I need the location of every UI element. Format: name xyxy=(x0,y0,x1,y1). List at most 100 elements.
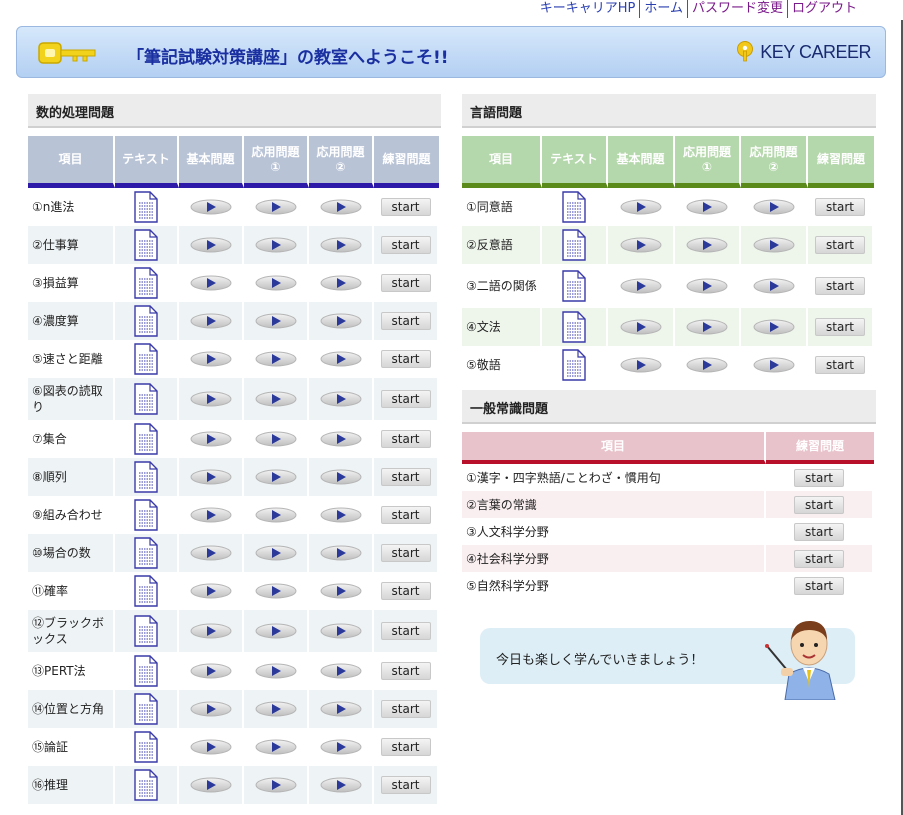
start-button[interactable]: start xyxy=(380,622,431,640)
play-icon[interactable] xyxy=(190,391,232,407)
play-icon[interactable] xyxy=(320,777,362,793)
start-button[interactable]: start xyxy=(380,700,431,718)
document-icon[interactable] xyxy=(134,343,158,375)
document-icon[interactable] xyxy=(562,229,586,261)
play-icon[interactable] xyxy=(320,351,362,367)
play-icon[interactable] xyxy=(190,199,232,215)
play-icon[interactable] xyxy=(753,357,795,373)
play-icon[interactable] xyxy=(190,431,232,447)
document-icon[interactable] xyxy=(562,191,586,223)
nav-link-password-change[interactable]: パスワード変更 xyxy=(686,0,787,18)
play-icon[interactable] xyxy=(255,237,297,253)
play-icon[interactable] xyxy=(620,278,662,294)
document-icon[interactable] xyxy=(562,270,586,302)
play-icon[interactable] xyxy=(190,701,232,717)
play-icon[interactable] xyxy=(255,545,297,561)
document-icon[interactable] xyxy=(134,461,158,493)
play-icon[interactable] xyxy=(686,237,728,253)
play-icon[interactable] xyxy=(190,507,232,523)
play-icon[interactable] xyxy=(255,351,297,367)
start-button[interactable]: start xyxy=(380,236,431,254)
document-icon[interactable] xyxy=(134,305,158,337)
play-icon[interactable] xyxy=(190,739,232,755)
document-icon[interactable] xyxy=(134,383,158,415)
start-button[interactable]: start xyxy=(794,576,844,595)
play-icon[interactable] xyxy=(190,275,232,291)
play-icon[interactable] xyxy=(320,623,362,639)
play-icon[interactable] xyxy=(320,583,362,599)
document-icon[interactable] xyxy=(134,615,158,647)
document-icon[interactable] xyxy=(134,731,158,763)
play-icon[interactable] xyxy=(320,739,362,755)
start-button[interactable]: start xyxy=(380,582,431,600)
play-icon[interactable] xyxy=(620,319,662,335)
play-icon[interactable] xyxy=(320,431,362,447)
nav-link-logout[interactable]: ログアウト xyxy=(786,0,861,18)
play-icon[interactable] xyxy=(620,237,662,253)
play-icon[interactable] xyxy=(753,278,795,294)
document-icon[interactable] xyxy=(134,575,158,607)
document-icon[interactable] xyxy=(134,693,158,725)
play-icon[interactable] xyxy=(686,278,728,294)
play-icon[interactable] xyxy=(190,663,232,679)
play-icon[interactable] xyxy=(753,237,795,253)
start-button[interactable]: start xyxy=(815,277,865,295)
document-icon[interactable] xyxy=(134,267,158,299)
play-icon[interactable] xyxy=(320,237,362,253)
play-icon[interactable] xyxy=(190,623,232,639)
document-icon[interactable] xyxy=(134,537,158,569)
nav-link-keycareer-hp[interactable]: キーキャリアHP xyxy=(536,0,640,18)
start-button[interactable]: start xyxy=(815,198,865,216)
play-icon[interactable] xyxy=(320,701,362,717)
start-button[interactable]: start xyxy=(794,495,844,514)
play-icon[interactable] xyxy=(255,739,297,755)
play-icon[interactable] xyxy=(620,357,662,373)
start-button[interactable]: start xyxy=(380,544,431,562)
start-button[interactable]: start xyxy=(815,356,865,374)
document-icon[interactable] xyxy=(134,191,158,223)
document-icon[interactable] xyxy=(562,311,586,343)
play-icon[interactable] xyxy=(686,319,728,335)
document-icon[interactable] xyxy=(134,499,158,531)
play-icon[interactable] xyxy=(686,199,728,215)
start-button[interactable]: start xyxy=(815,236,865,254)
play-icon[interactable] xyxy=(255,391,297,407)
start-button[interactable]: start xyxy=(380,662,431,680)
start-button[interactable]: start xyxy=(380,430,431,448)
play-icon[interactable] xyxy=(255,701,297,717)
start-button[interactable]: start xyxy=(380,274,431,292)
start-button[interactable]: start xyxy=(380,312,431,330)
play-icon[interactable] xyxy=(753,319,795,335)
play-icon[interactable] xyxy=(320,507,362,523)
play-icon[interactable] xyxy=(255,583,297,599)
play-icon[interactable] xyxy=(190,777,232,793)
play-icon[interactable] xyxy=(320,545,362,561)
play-icon[interactable] xyxy=(620,199,662,215)
play-icon[interactable] xyxy=(190,313,232,329)
start-button[interactable]: start xyxy=(794,468,844,487)
play-icon[interactable] xyxy=(320,469,362,485)
play-icon[interactable] xyxy=(320,391,362,407)
document-icon[interactable] xyxy=(134,423,158,455)
document-icon[interactable] xyxy=(562,349,586,381)
start-button[interactable]: start xyxy=(380,468,431,486)
play-icon[interactable] xyxy=(255,777,297,793)
play-icon[interactable] xyxy=(753,199,795,215)
start-button[interactable]: start xyxy=(380,776,431,794)
play-icon[interactable] xyxy=(190,351,232,367)
document-icon[interactable] xyxy=(134,655,158,687)
play-icon[interactable] xyxy=(190,583,232,599)
start-button[interactable]: start xyxy=(380,198,431,216)
play-icon[interactable] xyxy=(255,199,297,215)
start-button[interactable]: start xyxy=(794,549,844,568)
nav-link-home[interactable]: ホーム xyxy=(639,0,687,18)
play-icon[interactable] xyxy=(190,469,232,485)
play-icon[interactable] xyxy=(320,275,362,291)
play-icon[interactable] xyxy=(320,663,362,679)
play-icon[interactable] xyxy=(255,313,297,329)
document-icon[interactable] xyxy=(134,769,158,801)
start-button[interactable]: start xyxy=(815,318,865,336)
play-icon[interactable] xyxy=(255,469,297,485)
play-icon[interactable] xyxy=(255,623,297,639)
play-icon[interactable] xyxy=(255,275,297,291)
